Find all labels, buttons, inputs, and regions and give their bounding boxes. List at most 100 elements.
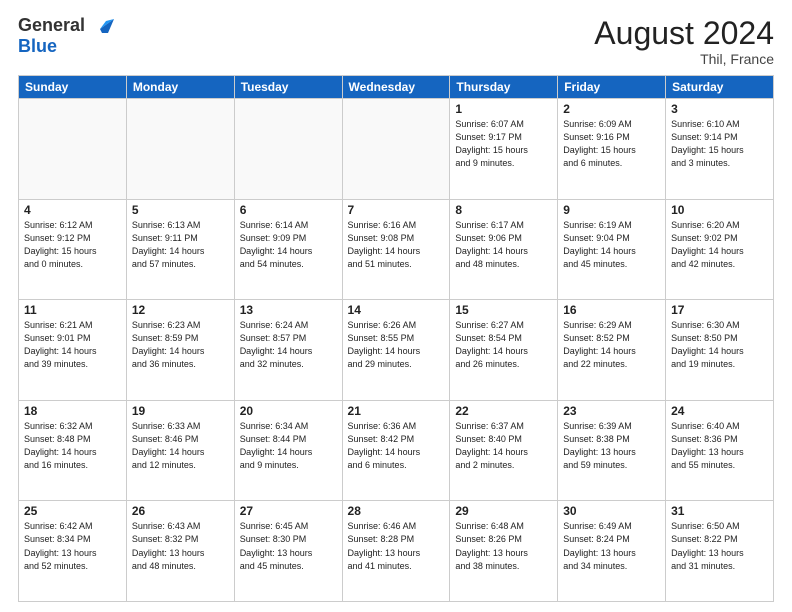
calendar-cell: 21 Sunrise: 6:36 AM Sunset: 8:42 PM Dayli… <box>342 400 450 501</box>
calendar-cell: 30Sunrise: 6:49 AM Sunset: 8:24 PM Dayli… <box>558 501 666 602</box>
day-info: Sunrise: 6:20 AM Sunset: 9:02 PM Dayligh… <box>671 219 768 271</box>
calendar-cell: 9 Sunrise: 6:19 AM Sunset: 9:04 PM Daylig… <box>558 199 666 300</box>
calendar-cell: 6 Sunrise: 6:14 AM Sunset: 9:09 PM Daylig… <box>234 199 342 300</box>
calendar-cell: 23 Sunrise: 6:39 AM Sunset: 8:38 PM Dayli… <box>558 400 666 501</box>
day-info: Sunrise: 6:27 AM Sunset: 8:54 PM Dayligh… <box>455 319 552 371</box>
day-info: Sunrise: 6:07 AM Sunset: 9:17 PM Dayligh… <box>455 118 552 170</box>
day-info: Sunrise: 6:23 AM Sunset: 8:59 PM Dayligh… <box>132 319 229 371</box>
calendar-cell: 7 Sunrise: 6:16 AM Sunset: 9:08 PM Daylig… <box>342 199 450 300</box>
day-number: 14 <box>348 303 445 317</box>
calendar-cell <box>342 99 450 200</box>
calendar-week-2: 4Sunrise: 6:12 AM Sunset: 9:12 PM Daylig… <box>19 199 774 300</box>
day-number: 6 <box>240 203 337 217</box>
calendar-cell: 8Sunrise: 6:17 AM Sunset: 9:06 PM Daylig… <box>450 199 558 300</box>
calendar-cell: 29Sunrise: 6:48 AM Sunset: 8:26 PM Dayli… <box>450 501 558 602</box>
day-info: Sunrise: 6:33 AM Sunset: 8:46 PM Dayligh… <box>132 420 229 472</box>
calendar-cell: 25 Sunrise: 6:42 AM Sunset: 8:34 PM Dayli… <box>19 501 127 602</box>
day-info: Sunrise: 6:36 AM Sunset: 8:42 PM Dayligh… <box>348 420 445 472</box>
month-title: August 2024 <box>594 16 774 51</box>
calendar-cell: 20 Sunrise: 6:34 AM Sunset: 8:44 PM Dayli… <box>234 400 342 501</box>
day-info: Sunrise: 6:45 AM Sunset: 8:30 PM Dayligh… <box>240 520 337 572</box>
weekday-header-monday: Monday <box>126 76 234 99</box>
calendar-cell: 17 Sunrise: 6:30 AM Sunset: 8:50 PM Dayli… <box>666 300 774 401</box>
calendar-header: SundayMondayTuesdayWednesdayThursdayFrid… <box>19 76 774 99</box>
day-info: Sunrise: 6:19 AM Sunset: 9:04 PM Dayligh… <box>563 219 660 271</box>
day-number: 4 <box>24 203 121 217</box>
day-info: Sunrise: 6:29 AM Sunset: 8:52 PM Dayligh… <box>563 319 660 371</box>
calendar: SundayMondayTuesdayWednesdayThursdayFrid… <box>18 75 774 602</box>
day-info: Sunrise: 6:42 AM Sunset: 8:34 PM Dayligh… <box>24 520 121 572</box>
day-number: 28 <box>348 504 445 518</box>
day-number: 18 <box>24 404 121 418</box>
day-info: Sunrise: 6:37 AM Sunset: 8:40 PM Dayligh… <box>455 420 552 472</box>
day-number: 1 <box>455 102 552 116</box>
day-info: Sunrise: 6:43 AM Sunset: 8:32 PM Dayligh… <box>132 520 229 572</box>
calendar-cell: 2 Sunrise: 6:09 AM Sunset: 9:16 PM Daylig… <box>558 99 666 200</box>
day-number: 19 <box>132 404 229 418</box>
weekday-header-wednesday: Wednesday <box>342 76 450 99</box>
day-number: 10 <box>671 203 768 217</box>
calendar-week-3: 11Sunrise: 6:21 AM Sunset: 9:01 PM Dayli… <box>19 300 774 401</box>
calendar-cell <box>234 99 342 200</box>
day-number: 5 <box>132 203 229 217</box>
day-number: 24 <box>671 404 768 418</box>
day-info: Sunrise: 6:14 AM Sunset: 9:09 PM Dayligh… <box>240 219 337 271</box>
weekday-header-sunday: Sunday <box>19 76 127 99</box>
calendar-cell: 22 Sunrise: 6:37 AM Sunset: 8:40 PM Dayli… <box>450 400 558 501</box>
calendar-body: 1 Sunrise: 6:07 AM Sunset: 9:17 PM Daylig… <box>19 99 774 602</box>
weekday-header-saturday: Saturday <box>666 76 774 99</box>
logo: General Blue <box>18 16 114 55</box>
day-number: 15 <box>455 303 552 317</box>
day-info: Sunrise: 6:13 AM Sunset: 9:11 PM Dayligh… <box>132 219 229 271</box>
day-number: 7 <box>348 203 445 217</box>
day-info: Sunrise: 6:09 AM Sunset: 9:16 PM Dayligh… <box>563 118 660 170</box>
location: Thil, France <box>594 51 774 67</box>
day-number: 17 <box>671 303 768 317</box>
calendar-week-4: 18 Sunrise: 6:32 AM Sunset: 8:48 PM Dayli… <box>19 400 774 501</box>
logo-bird-icon <box>92 15 114 37</box>
day-number: 31 <box>671 504 768 518</box>
logo-general: General <box>18 16 114 37</box>
day-number: 9 <box>563 203 660 217</box>
day-number: 11 <box>24 303 121 317</box>
day-number: 25 <box>24 504 121 518</box>
day-info: Sunrise: 6:30 AM Sunset: 8:50 PM Dayligh… <box>671 319 768 371</box>
header: General Blue August 2024 Thil, France <box>18 16 774 67</box>
page: General Blue August 2024 Thil, France Su… <box>0 0 792 612</box>
title-block: August 2024 Thil, France <box>594 16 774 67</box>
day-info: Sunrise: 6:39 AM Sunset: 8:38 PM Dayligh… <box>563 420 660 472</box>
day-info: Sunrise: 6:40 AM Sunset: 8:36 PM Dayligh… <box>671 420 768 472</box>
day-number: 2 <box>563 102 660 116</box>
day-number: 16 <box>563 303 660 317</box>
day-info: Sunrise: 6:50 AM Sunset: 8:22 PM Dayligh… <box>671 520 768 572</box>
day-info: Sunrise: 6:10 AM Sunset: 9:14 PM Dayligh… <box>671 118 768 170</box>
day-info: Sunrise: 6:16 AM Sunset: 9:08 PM Dayligh… <box>348 219 445 271</box>
calendar-cell: 1 Sunrise: 6:07 AM Sunset: 9:17 PM Daylig… <box>450 99 558 200</box>
calendar-cell: 11Sunrise: 6:21 AM Sunset: 9:01 PM Dayli… <box>19 300 127 401</box>
calendar-cell: 12Sunrise: 6:23 AM Sunset: 8:59 PM Dayli… <box>126 300 234 401</box>
calendar-cell <box>126 99 234 200</box>
day-number: 23 <box>563 404 660 418</box>
day-info: Sunrise: 6:34 AM Sunset: 8:44 PM Dayligh… <box>240 420 337 472</box>
day-number: 21 <box>348 404 445 418</box>
weekday-header-thursday: Thursday <box>450 76 558 99</box>
logo-text: General Blue <box>18 16 114 55</box>
calendar-cell: 26Sunrise: 6:43 AM Sunset: 8:32 PM Dayli… <box>126 501 234 602</box>
day-number: 20 <box>240 404 337 418</box>
day-number: 30 <box>563 504 660 518</box>
day-number: 13 <box>240 303 337 317</box>
day-number: 8 <box>455 203 552 217</box>
calendar-cell: 19 Sunrise: 6:33 AM Sunset: 8:46 PM Dayli… <box>126 400 234 501</box>
day-info: Sunrise: 6:26 AM Sunset: 8:55 PM Dayligh… <box>348 319 445 371</box>
day-number: 27 <box>240 504 337 518</box>
calendar-cell <box>19 99 127 200</box>
day-info: Sunrise: 6:46 AM Sunset: 8:28 PM Dayligh… <box>348 520 445 572</box>
calendar-cell: 10 Sunrise: 6:20 AM Sunset: 9:02 PM Dayli… <box>666 199 774 300</box>
day-number: 22 <box>455 404 552 418</box>
calendar-cell: 24 Sunrise: 6:40 AM Sunset: 8:36 PM Dayli… <box>666 400 774 501</box>
calendar-cell: 5 Sunrise: 6:13 AM Sunset: 9:11 PM Daylig… <box>126 199 234 300</box>
day-info: Sunrise: 6:24 AM Sunset: 8:57 PM Dayligh… <box>240 319 337 371</box>
calendar-cell: 13 Sunrise: 6:24 AM Sunset: 8:57 PM Dayli… <box>234 300 342 401</box>
day-info: Sunrise: 6:32 AM Sunset: 8:48 PM Dayligh… <box>24 420 121 472</box>
calendar-cell: 4Sunrise: 6:12 AM Sunset: 9:12 PM Daylig… <box>19 199 127 300</box>
